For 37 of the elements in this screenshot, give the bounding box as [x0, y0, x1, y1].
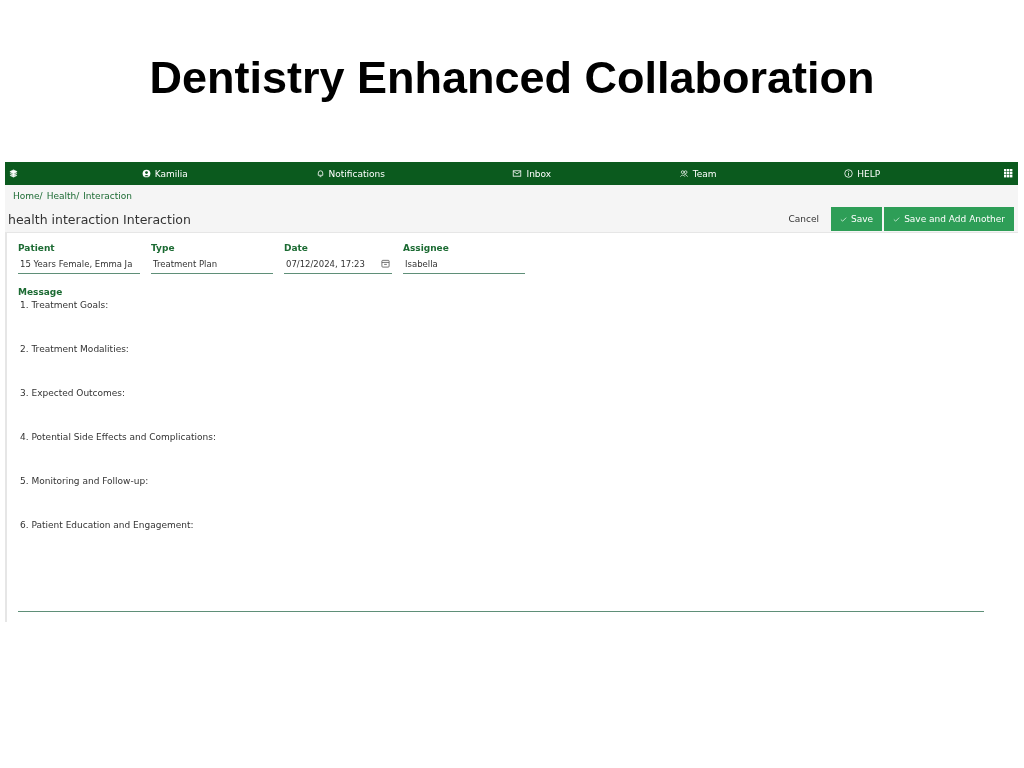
breadcrumb-link[interactable]: Interaction — [83, 191, 133, 206]
page-title: Dentistry Enhanced Collaboration — [148, 52, 876, 104]
apps-grid-icon[interactable] — [1004, 169, 1013, 178]
input-field[interactable]: Treatment Plan — [151, 257, 273, 274]
input-field[interactable]: 07/12/2024, 17:23 — [284, 257, 392, 274]
message-line: 3. Expected Outcomes: — [20, 388, 127, 400]
field-label: Patient — [18, 243, 56, 253]
field-label: Message — [18, 287, 64, 297]
field-label: Date — [284, 243, 309, 253]
people-icon[interactable] — [678, 169, 689, 178]
message-line: 6. Patient Education and Engagement: — [20, 520, 195, 532]
input-field[interactable]: Isabella — [403, 257, 525, 274]
layers-icon[interactable] — [9, 169, 18, 178]
breadcrumb-link[interactable]: Home/ — [13, 191, 43, 206]
nav-link[interactable]: Inbox — [512, 168, 552, 179]
nav-link[interactable]: Team — [678, 168, 717, 179]
checkmark-icon — [893, 216, 901, 222]
checkmark-icon — [840, 216, 848, 222]
form-title: health interaction Interaction — [8, 211, 191, 227]
message-line: 5. Monitoring and Follow-up: — [20, 476, 150, 488]
nav-link[interactable]: HELP — [844, 168, 881, 179]
field-label: Type — [151, 243, 176, 253]
calendar-icon[interactable] — [381, 259, 390, 268]
nav-link[interactable]: Kamilia — [141, 168, 188, 179]
message-field[interactable]: 1. Treatment Goals: 2. Treatment Modalities: 3. Expected Outcomes: 4. Potential Side Effects and Complications: 5. Monitoring and Follow-up: 6. Patient Education and Engagement: — [18, 300, 984, 612]
input-field[interactable]: 15 Years Female, Emma Ja — [18, 257, 140, 274]
cancel-button[interactable]: Cancel — [778, 210, 830, 228]
nav-link[interactable]: Notifications — [315, 168, 385, 179]
message-line: 2. Treatment Modalities: — [20, 344, 130, 356]
user-icon[interactable] — [141, 169, 151, 178]
field-label: Assignee — [403, 243, 450, 253]
bell-icon[interactable] — [315, 169, 325, 178]
envelope-icon[interactable] — [512, 169, 523, 178]
info-icon[interactable] — [844, 169, 854, 178]
message-line: 1. Treatment Goals: — [20, 300, 110, 312]
message-line: 4. Potential Side Effects and Complications: — [20, 432, 217, 444]
breadcrumb-link[interactable]: Health/ — [46, 191, 80, 206]
